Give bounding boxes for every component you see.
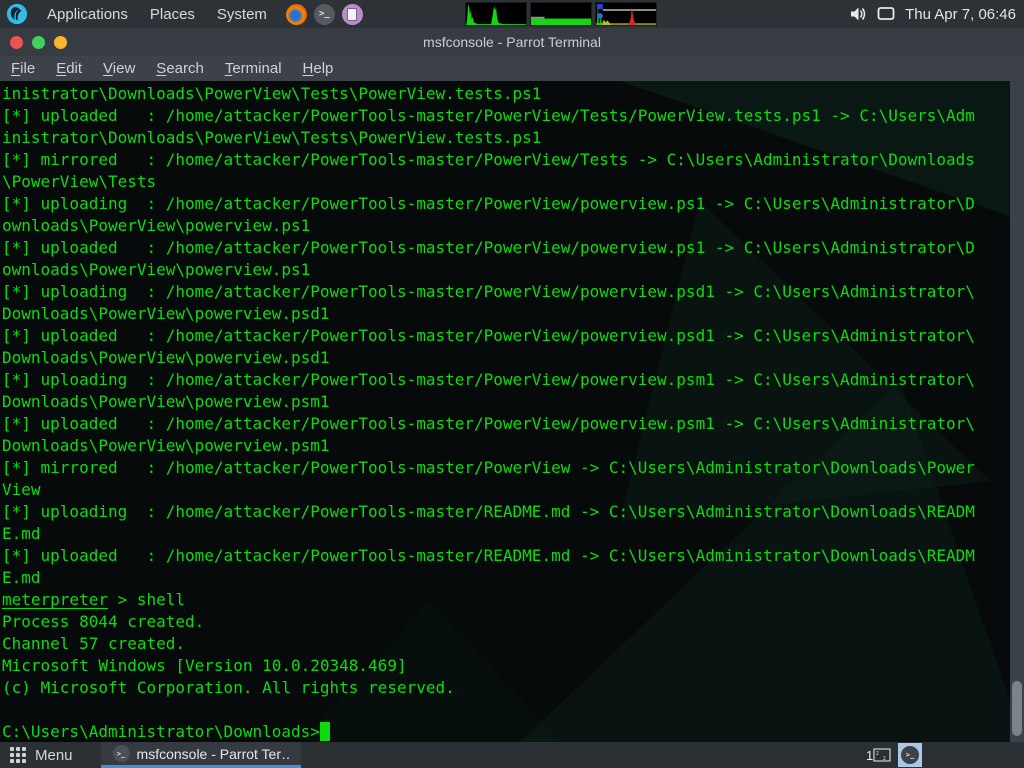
panel-menu-applications[interactable]: Applications (36, 6, 139, 23)
firefox-icon[interactable] (286, 4, 307, 25)
parrot-logo-icon[interactable] (6, 3, 28, 25)
terminal-line: Downloads\PowerView\powerview.psm1 (2, 391, 1009, 413)
menu-terminal[interactable]: Terminal (225, 60, 282, 77)
terminal-tray-icon[interactable]: >_ (898, 743, 922, 767)
volume-icon[interactable] (850, 6, 867, 22)
system-monitor-applet[interactable] (465, 2, 657, 26)
terminal-line: inistrator\Downloads\PowerView\Tests\Pow… (2, 83, 1009, 105)
svg-text:z: z (883, 756, 886, 762)
minimize-button[interactable] (32, 36, 45, 49)
terminal-line: [*] uploaded : /home/attacker/PowerTools… (2, 325, 1009, 347)
panel-launchers: >_ (286, 4, 363, 25)
terminal-line: Microsoft Windows [Version 10.0.20348.46… (2, 655, 1009, 677)
memory-graph (530, 2, 592, 26)
panel-menus: ApplicationsPlacesSystem (36, 6, 278, 23)
panel-menu-system[interactable]: System (206, 6, 278, 23)
svg-text:z: z (876, 751, 879, 757)
taskbar-menu-button[interactable]: Menu (35, 747, 73, 764)
terminal-output[interactable]: inistrator\Downloads\PowerView\Tests\Pow… (2, 83, 1009, 742)
terminal-icon: >_ (113, 745, 130, 762)
terminal-menubar: File Edit View Search Terminal Help (0, 56, 1024, 81)
terminal-line: [*] uploaded : /home/attacker/PowerTools… (2, 105, 1009, 127)
close-button[interactable] (10, 36, 23, 49)
terminal-line: [*] uploaded : /home/attacker/PowerTools… (2, 237, 1009, 259)
menu-view[interactable]: View (103, 60, 135, 77)
terminal-scrollbar[interactable] (1010, 81, 1024, 742)
terminal-line: (c) Microsoft Corporation. All rights re… (2, 677, 1009, 699)
network-graph (595, 2, 657, 26)
terminal-line: [*] uploading : /home/attacker/PowerTool… (2, 193, 1009, 215)
svg-text:1: 1 (866, 748, 873, 763)
terminal-line: [*] uploaded : /home/attacker/PowerTools… (2, 413, 1009, 435)
terminal-line: Process 8044 created. (2, 611, 1009, 633)
menu-edit[interactable]: Edit (56, 60, 82, 77)
terminal-line: E.md (2, 523, 1009, 545)
terminal-line: [*] uploading : /home/attacker/PowerTool… (2, 501, 1009, 523)
terminal-line: [*] uploaded : /home/attacker/PowerTools… (2, 545, 1009, 567)
terminal-icon[interactable]: >_ (314, 4, 335, 25)
text-editor-icon[interactable] (342, 4, 363, 25)
terminal-line: E.md (2, 567, 1009, 589)
terminal-line: View (2, 479, 1009, 501)
menu-help[interactable]: Help (303, 60, 334, 77)
terminal-line: \PowerView\Tests (2, 171, 1009, 193)
terminal-line: [*] uploading : /home/attacker/PowerTool… (2, 369, 1009, 391)
cpu-graph (465, 2, 527, 26)
panel-menu-places[interactable]: Places (139, 6, 206, 23)
taskbar-task-button[interactable]: >_ msfconsole - Parrot Ter… (101, 742, 301, 768)
taskbar: Menu >_ msfconsole - Parrot Ter… 1 z z >… (0, 742, 1024, 768)
display-icon[interactable] (877, 6, 895, 22)
terminal-line (2, 699, 1009, 721)
panel-clock[interactable]: Thu Apr 7, 06:46 (905, 6, 1016, 23)
apps-grid-icon[interactable] (10, 747, 26, 763)
terminal-line: C:\Users\Administrator\Downloads> (2, 721, 1009, 742)
terminal-cursor (320, 722, 330, 741)
terminal-line: Downloads\PowerView\powerview.psd1 (2, 303, 1009, 325)
window-titlebar[interactable]: msfconsole - Parrot Terminal (0, 28, 1024, 56)
terminal-window[interactable]: inistrator\Downloads\PowerView\Tests\Pow… (0, 81, 1024, 742)
terminal-line: meterpreter > shell (2, 589, 1009, 611)
scrollbar-thumb[interactable] (1012, 681, 1022, 736)
terminal-line: ownloads\PowerView\powerview.ps1 (2, 259, 1009, 281)
terminal-line: Channel 57 created. (2, 633, 1009, 655)
window-title: msfconsole - Parrot Terminal (0, 28, 1024, 56)
menu-file[interactable]: File (11, 60, 35, 77)
terminal-line: [*] mirrored : /home/attacker/PowerTools… (2, 149, 1009, 171)
terminal-line: [*] uploading : /home/attacker/PowerTool… (2, 281, 1009, 303)
menu-search[interactable]: Search (156, 60, 204, 77)
terminal-line: ownloads\PowerView\powerview.ps1 (2, 215, 1009, 237)
terminal-line: inistrator\Downloads\PowerView\Tests\Pow… (2, 127, 1009, 149)
terminal-line: [*] mirrored : /home/attacker/PowerTools… (2, 457, 1009, 479)
task-label: msfconsole - Parrot Ter… (137, 746, 289, 762)
top-panel: ApplicationsPlacesSystem >_ (0, 0, 1024, 28)
terminal-line: Downloads\PowerView\powerview.psm1 (2, 435, 1009, 457)
workspace-switcher[interactable]: 1 z z (864, 746, 892, 764)
maximize-button[interactable] (54, 36, 67, 49)
terminal-line: Downloads\PowerView\powerview.psd1 (2, 347, 1009, 369)
